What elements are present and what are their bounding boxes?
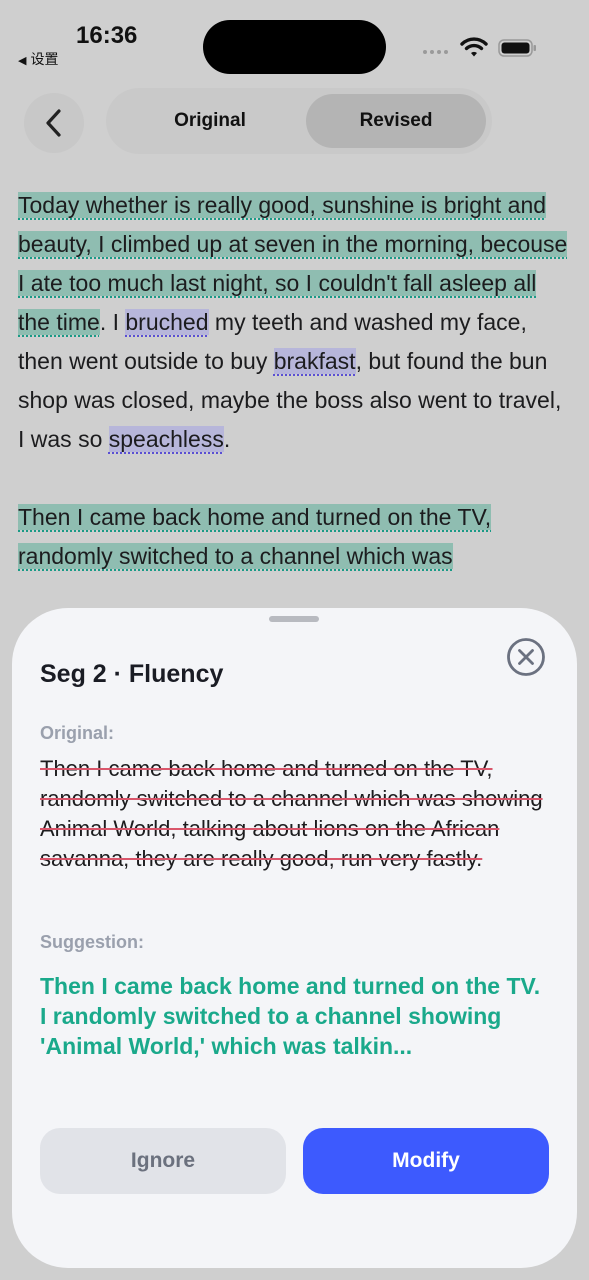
view-segmented-control: Original Revised	[106, 88, 492, 154]
original-label: Original:	[40, 723, 115, 743]
essay-text-run: . I	[99, 309, 126, 335]
suggestion-label: Suggestion:	[40, 932, 144, 952]
back-triangle-icon: ◀	[18, 55, 27, 67]
status-bar: 16:36 ◀ 设置	[0, 0, 589, 80]
ignore-button[interactable]: Ignore	[40, 1128, 286, 1194]
suggestion-text: Then I came back home and turned on the …	[40, 973, 541, 1059]
essay-text: Today whether is really good, sunshine i…	[18, 186, 574, 615]
cellular-signal-icon	[423, 50, 448, 54]
sheet-title: Seg 2 · Fluency	[40, 660, 224, 688]
back-button[interactable]	[24, 93, 84, 153]
back-to-app-link[interactable]: ◀ 设置	[18, 49, 58, 69]
essay-paragraph: Then I came back home and turned on the …	[18, 498, 574, 576]
close-icon[interactable]	[506, 637, 546, 677]
battery-icon	[498, 39, 536, 57]
chevron-left-icon	[46, 109, 61, 137]
tab-revised[interactable]: Revised	[306, 94, 486, 148]
spelling-highlight[interactable]: brakfast	[273, 348, 356, 374]
tab-original[interactable]: Original	[114, 94, 306, 148]
essay-text-run: .	[223, 426, 231, 452]
wifi-icon	[460, 37, 488, 57]
segment-2-highlight[interactable]: Then I came back home and turned on the …	[18, 504, 492, 569]
modify-button[interactable]: Modify	[303, 1128, 549, 1194]
original-text: Then I came back home and turned on the …	[40, 756, 543, 871]
essay-paragraph: Today whether is really good, sunshine i…	[18, 186, 574, 459]
spelling-highlight[interactable]: speachless	[108, 426, 224, 452]
spelling-highlight[interactable]: bruched	[125, 309, 209, 335]
back-app-label: 设置	[30, 51, 59, 67]
status-time: 16:36	[76, 22, 138, 49]
sheet-grabber[interactable]	[269, 616, 319, 622]
dynamic-island	[203, 20, 386, 74]
suggestion-sheet: Seg 2 · Fluency Original: Then I came ba…	[12, 608, 577, 1268]
